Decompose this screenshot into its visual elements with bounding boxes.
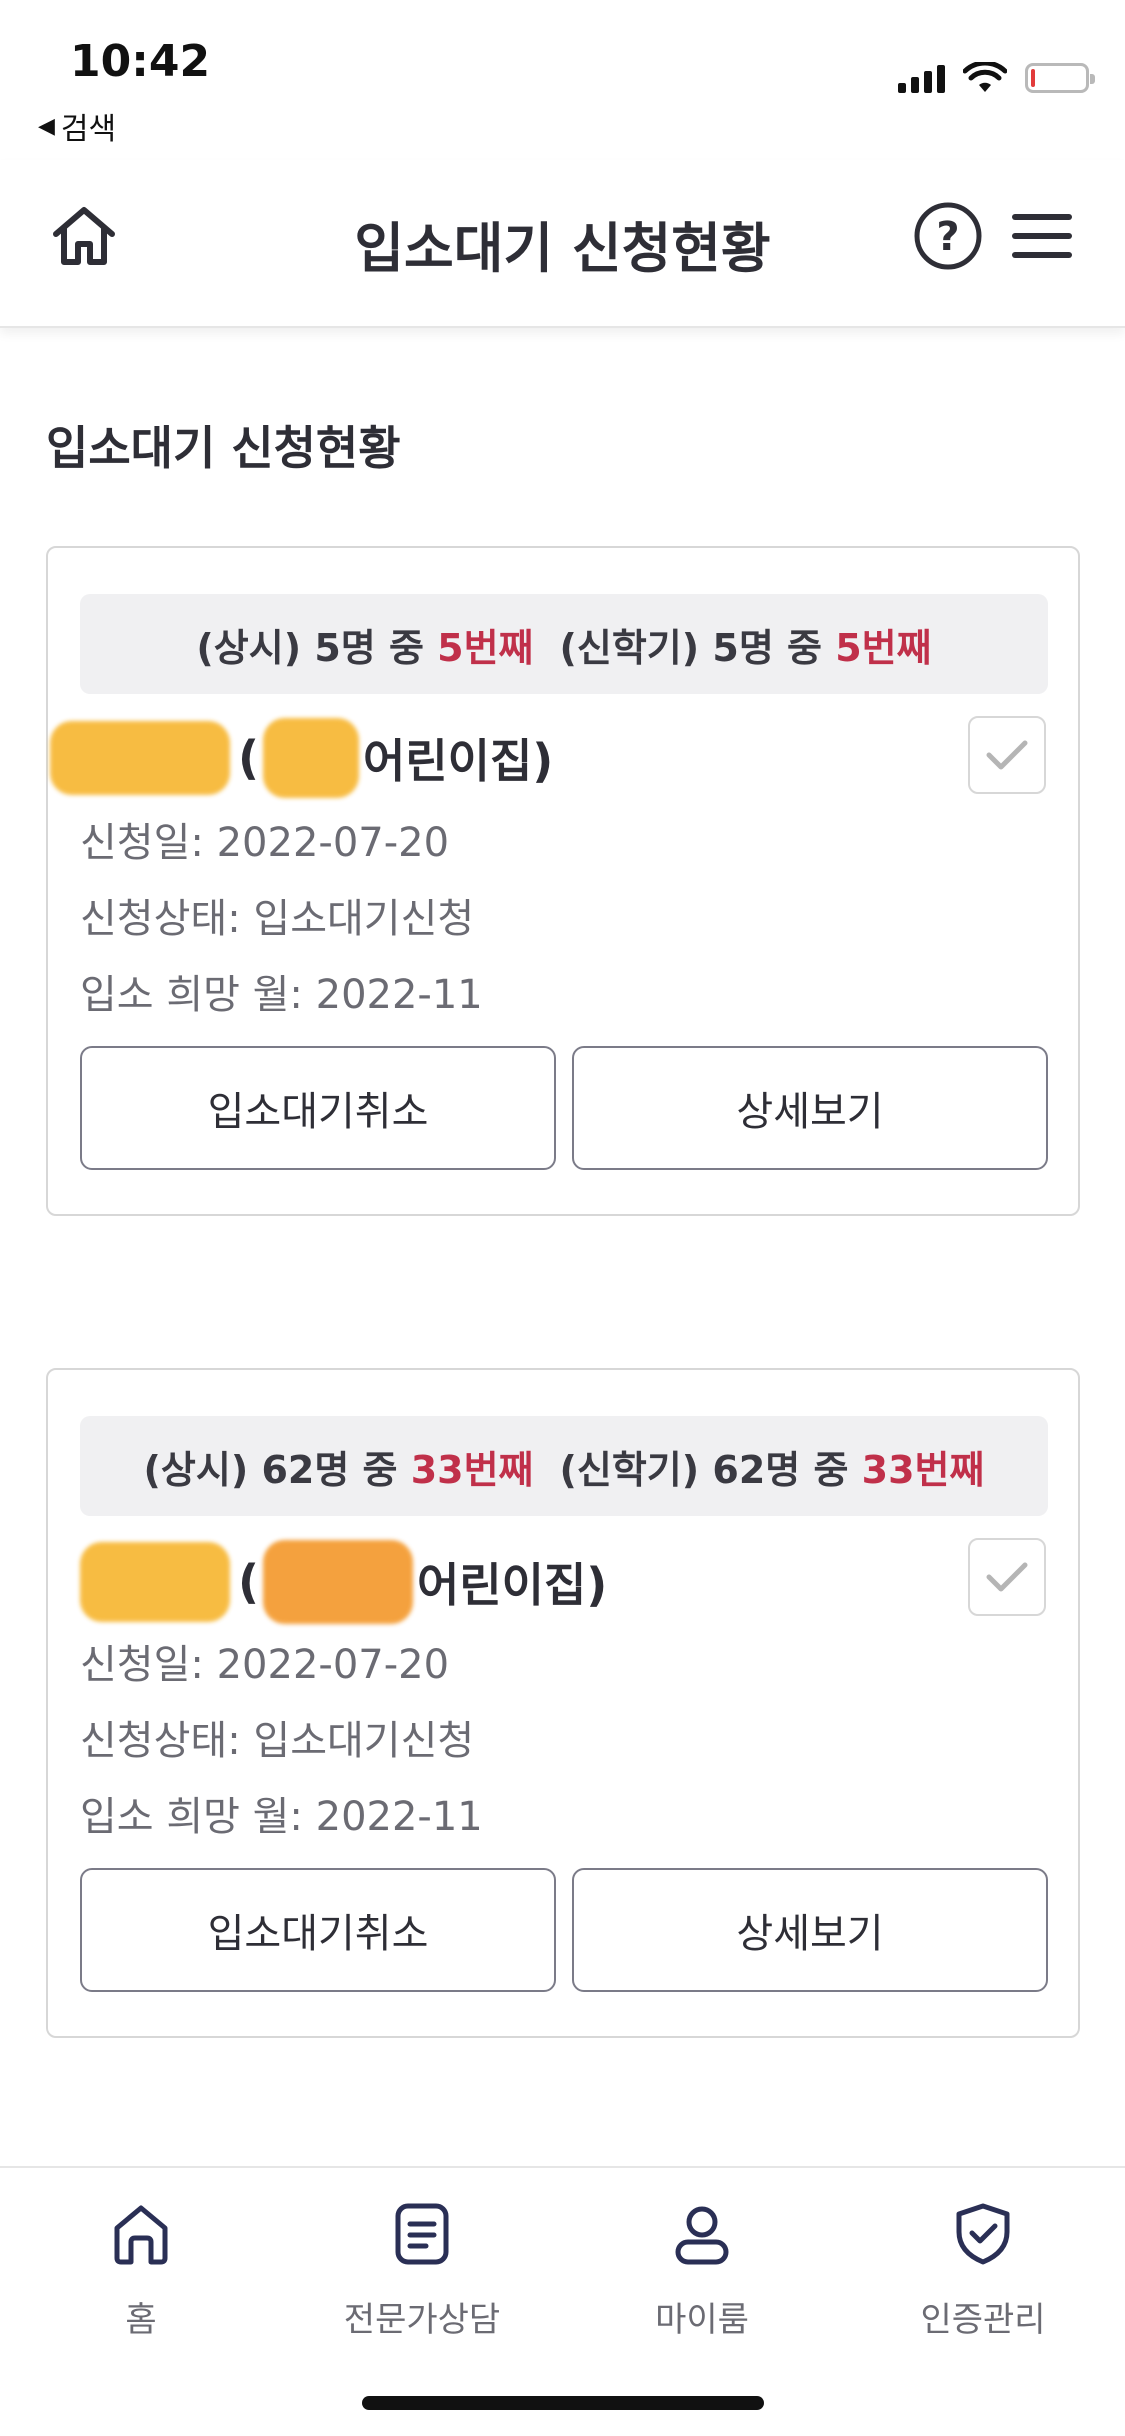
checkmark-icon — [986, 740, 1028, 770]
view-detail-button[interactable]: 상세보기 — [572, 1046, 1048, 1170]
shield-check-icon — [956, 2203, 1010, 2265]
daycare-name-suffix: 어린이집) — [417, 1558, 608, 1612]
apply-date: 신청일: 2022-07-20 — [80, 1642, 450, 1688]
semester-rank-value: 5번째 — [835, 625, 932, 670]
application-card: (상시) 5명 중 5번째 (신학기) 5명 중 5번째 ( 어린이집) 신청일… — [46, 546, 1080, 1216]
regular-rank-value: 5번째 — [437, 625, 534, 670]
semester-label: (신학기) — [559, 1447, 700, 1492]
daycare-name: ( 어린이집) — [50, 718, 554, 798]
waitlist-rank-banner: (상시) 5명 중 5번째 (신학기) 5명 중 5번째 — [80, 594, 1048, 694]
apply-status: 신청상태: 입소대기신청 — [80, 1718, 475, 1764]
apply-date: 신청일: 2022-07-20 — [80, 820, 450, 866]
regular-rank: (상시) 5명 중 5번째 — [196, 617, 533, 672]
select-checkbox[interactable] — [968, 1538, 1046, 1616]
regular-rank: (상시) 62명 중 33번째 — [144, 1439, 534, 1494]
daycare-name-open: ( — [238, 1555, 260, 1609]
tab-home[interactable]: 홈 — [21, 2198, 261, 2341]
waitlist-rank-banner: (상시) 62명 중 33번째 (신학기) 62명 중 33번째 — [80, 1416, 1048, 1516]
status-icons — [898, 62, 1095, 94]
redaction-mark — [80, 1542, 230, 1622]
cancel-waitlist-button[interactable]: 입소대기취소 — [80, 1046, 556, 1170]
regular-total: 5명 중 — [314, 625, 424, 670]
status-bar: 10:42 ◀ 검색 — [0, 0, 1125, 150]
person-icon — [675, 2206, 729, 2265]
desired-month: 입소 희망 월: 2022-11 — [80, 1794, 483, 1840]
redaction-mark — [263, 1540, 414, 1624]
semester-rank-value: 33번째 — [861, 1447, 985, 1492]
cellular-signal-icon — [898, 63, 945, 93]
back-label: 검색 — [60, 112, 117, 147]
checkmark-icon — [986, 1562, 1028, 1592]
redaction-mark — [50, 721, 230, 795]
menu-button[interactable] — [1010, 206, 1074, 266]
tab-expert-consult[interactable]: 전문가상담 — [302, 2198, 542, 2341]
cancel-waitlist-button[interactable]: 입소대기취소 — [80, 1868, 556, 1992]
semester-label: (신학기) — [559, 625, 700, 670]
semester-total: 5명 중 — [712, 625, 822, 670]
apply-status: 신청상태: 입소대기신청 — [80, 896, 475, 942]
regular-label: (상시) — [143, 1447, 249, 1492]
tab-my-room[interactable]: 마이룸 — [582, 2198, 822, 2341]
desired-month: 입소 희망 월: 2022-11 — [80, 972, 483, 1018]
home-outline-icon — [114, 2205, 168, 2265]
tab-label: 인증관리 — [920, 2300, 1046, 2340]
daycare-name-suffix: 어린이집) — [363, 734, 554, 788]
battery-icon — [1025, 63, 1095, 93]
back-to-search-link[interactable]: ◀ 검색 — [38, 104, 116, 148]
semester-rank: (신학기) 62명 중 33번째 — [560, 1439, 985, 1494]
view-detail-button[interactable]: 상세보기 — [572, 1868, 1048, 1992]
menu-icon — [1012, 214, 1072, 258]
redaction-mark — [263, 718, 360, 798]
select-checkbox[interactable] — [968, 716, 1046, 794]
help-button[interactable]: ? — [912, 200, 984, 272]
tab-label: 홈 — [125, 2300, 157, 2340]
home-indicator — [362, 2396, 764, 2410]
regular-total: 62명 중 — [261, 1447, 398, 1492]
regular-label: (상시) — [196, 625, 302, 670]
semester-rank: (신학기) 5명 중 5번째 — [560, 617, 932, 672]
semester-total: 62명 중 — [712, 1447, 849, 1492]
document-icon — [395, 2203, 449, 2265]
application-card: (상시) 62명 중 33번째 (신학기) 62명 중 33번째 ( 어린이집)… — [46, 1368, 1080, 2038]
section-title: 입소대기 신청현황 — [46, 421, 401, 475]
tab-label: 마이룸 — [655, 2300, 749, 2340]
status-time: 10:42 — [70, 36, 211, 87]
help-icon: ? — [914, 202, 982, 270]
daycare-name: ( 어린이집) — [80, 1540, 607, 1624]
daycare-name-open: ( — [238, 731, 260, 785]
svg-text:?: ? — [936, 214, 959, 260]
tab-auth-management[interactable]: 인증관리 — [863, 2198, 1103, 2341]
app-header: 입소대기 신청현황 ? — [0, 160, 1125, 328]
back-triangle-icon: ◀ — [38, 113, 55, 139]
battery-level — [1031, 69, 1036, 87]
regular-rank-value: 33번째 — [410, 1447, 534, 1492]
tab-label: 전문가상담 — [343, 2300, 501, 2340]
wifi-icon — [963, 62, 1007, 92]
